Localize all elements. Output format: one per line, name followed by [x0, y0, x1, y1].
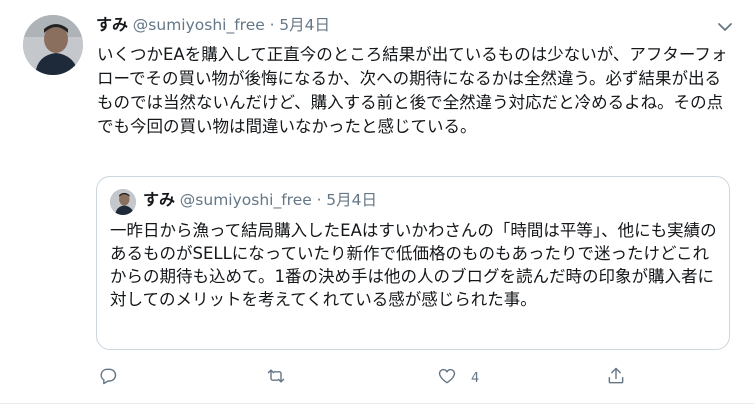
display-name[interactable]: すみ — [96, 15, 128, 34]
quoted-tweet[interactable]: すみ @sumiyoshi_free · 5月4日 一昨日から漁って結局購入した… — [96, 176, 730, 350]
quoted-display-name: すみ — [143, 190, 176, 209]
like-icon — [437, 366, 457, 390]
tweet-header: すみ @sumiyoshi_free · 5月4日 — [96, 14, 330, 36]
quoted-user-handle: @sumiyoshi_free — [179, 191, 312, 209]
share-icon — [606, 366, 626, 390]
quoted-header: すみ @sumiyoshi_free · 5月4日 — [143, 189, 377, 211]
quoted-separator: · — [316, 191, 322, 209]
quoted-date: 5月4日 — [326, 191, 378, 209]
avatar[interactable] — [23, 15, 83, 75]
retweet-button[interactable] — [266, 366, 286, 390]
user-handle[interactable]: @sumiyoshi_free — [133, 16, 265, 34]
reply-button[interactable] — [98, 366, 118, 390]
quoted-avatar — [110, 189, 136, 215]
tweet-date[interactable]: 5月4日 — [279, 16, 330, 34]
share-button[interactable] — [606, 366, 626, 390]
reply-icon — [98, 366, 118, 390]
tweet[interactable]: すみ @sumiyoshi_free · 5月4日 いくつかEAを購入して正直今… — [0, 0, 754, 406]
quoted-text: 一昨日から漁って結局購入したEAはすいかわさんの「時間は平等」、他にも実績のある… — [110, 221, 717, 309]
divider — [0, 403, 754, 404]
like-button[interactable]: 4 — [437, 366, 479, 390]
like-count: 4 — [471, 370, 480, 386]
tweet-actions: 4 — [96, 366, 636, 390]
retweet-icon — [266, 366, 286, 390]
separator: · — [269, 16, 275, 34]
chevron-down-icon[interactable] — [716, 18, 734, 36]
tweet-text: いくつかEAを購入して正直今のところ結果が出ているものは少ないが、アフターフォロ… — [97, 45, 728, 136]
